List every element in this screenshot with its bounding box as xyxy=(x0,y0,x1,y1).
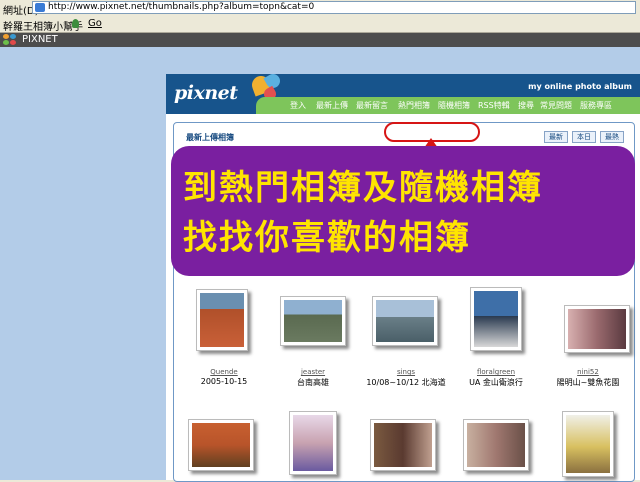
album-thumbnail[interactable] xyxy=(564,305,630,353)
annotation-line-1: 到熱門相簿及隨機相簿 xyxy=(183,168,543,208)
thumbnail-image xyxy=(566,415,610,473)
annotation-overlay: 到熱門相簿及隨機相簿 找找你喜歡的相簿 xyxy=(171,146,635,276)
sort-hot-button[interactable]: 最熱 xyxy=(600,131,624,143)
thumbnail-image xyxy=(192,423,250,467)
album-thumbnail[interactable] xyxy=(188,419,254,471)
site-tagline: my online photo album xyxy=(528,82,632,91)
nav-popular-albums[interactable]: 熱門相簿 xyxy=(398,100,430,111)
page-title-bar: PIXNET xyxy=(0,33,640,47)
album-owner-link[interactable]: Quende xyxy=(179,368,269,376)
album-caption[interactable]: 陽明山~雙魚花園 xyxy=(543,377,633,388)
thumbnail-image xyxy=(284,300,342,342)
nav-faq[interactable]: 常見問題 xyxy=(540,100,572,111)
thumbnail-image xyxy=(376,300,434,342)
nav-random-albums[interactable]: 隨機相簿 xyxy=(438,100,470,111)
sort-today-button[interactable]: 本日 xyxy=(572,131,596,143)
site-nav: 登入 最新上傳 最新留言 熱門相簿 隨機相簿 RSS特輯 搜尋 常見問題 服務專… xyxy=(256,97,640,114)
album-owner-link[interactable]: jeaster xyxy=(268,368,358,376)
url-input[interactable]: http://www.pixnet.net/thumbnails.php?alb… xyxy=(32,1,636,14)
album-caption[interactable]: 10/08~10/12 北海道 xyxy=(361,377,451,388)
address-bar: 網址(D) http://www.pixnet.net/thumbnails.p… xyxy=(0,0,640,17)
album-thumbnail[interactable] xyxy=(370,419,436,471)
page-title: PIXNET xyxy=(22,34,58,45)
thumbnail-image xyxy=(467,423,525,467)
album-owner-link[interactable]: sings xyxy=(361,368,451,376)
album-caption[interactable]: UA 金山衛浪行 xyxy=(451,377,541,388)
album-thumbnail[interactable] xyxy=(289,411,337,475)
album-owner-link[interactable]: floralgreen xyxy=(451,368,541,376)
annotation-line-2: 找找你喜歡的相簿 xyxy=(183,218,471,258)
album-thumbnail[interactable] xyxy=(562,411,614,477)
url-text: http://www.pixnet.net/thumbnails.php?alb… xyxy=(48,2,315,12)
links-bar: 幹羅王相簿小幫手 Go xyxy=(0,16,640,33)
nav-login[interactable]: 登入 xyxy=(290,100,306,111)
album-thumbnail[interactable] xyxy=(372,296,438,346)
nav-services[interactable]: 服務專區 xyxy=(580,100,612,111)
album-thumbnail[interactable] xyxy=(470,287,522,351)
site-brand[interactable]: pixnet xyxy=(174,82,238,104)
ie-page-icon xyxy=(35,3,45,12)
album-owner-link[interactable]: nini52 xyxy=(543,368,633,376)
album-thumbnail[interactable] xyxy=(196,289,248,351)
go-arrow-icon xyxy=(72,19,79,28)
thumbnail-image xyxy=(474,291,518,347)
album-thumbnail[interactable] xyxy=(280,296,346,346)
thumbnail-image xyxy=(200,293,244,347)
thumbnail-image xyxy=(374,423,432,467)
site-header: pixnet my online photo album 登入 最新上傳 最新留… xyxy=(166,71,640,114)
album-caption[interactable]: 台南高雄 xyxy=(268,377,358,388)
nav-latest-upload[interactable]: 最新上傳 xyxy=(316,100,348,111)
nav-latest-comments[interactable]: 最新留言 xyxy=(356,100,388,111)
sort-latest-button[interactable]: 最新 xyxy=(544,131,568,143)
panel-title: 最新上傳相簿 xyxy=(186,133,234,142)
pixnet-logo-icon xyxy=(3,34,17,46)
album-thumbnail[interactable] xyxy=(463,419,529,471)
nav-search[interactable]: 搜尋 xyxy=(518,100,534,111)
album-caption[interactable]: 2005-10-15 xyxy=(179,377,269,386)
nav-rss[interactable]: RSS特輯 xyxy=(478,100,510,111)
thumbnail-image xyxy=(293,415,333,471)
thumbnail-image xyxy=(568,309,626,349)
go-button[interactable]: Go xyxy=(88,18,102,29)
links-item[interactable]: 幹羅王相簿小幫手 xyxy=(3,18,83,33)
